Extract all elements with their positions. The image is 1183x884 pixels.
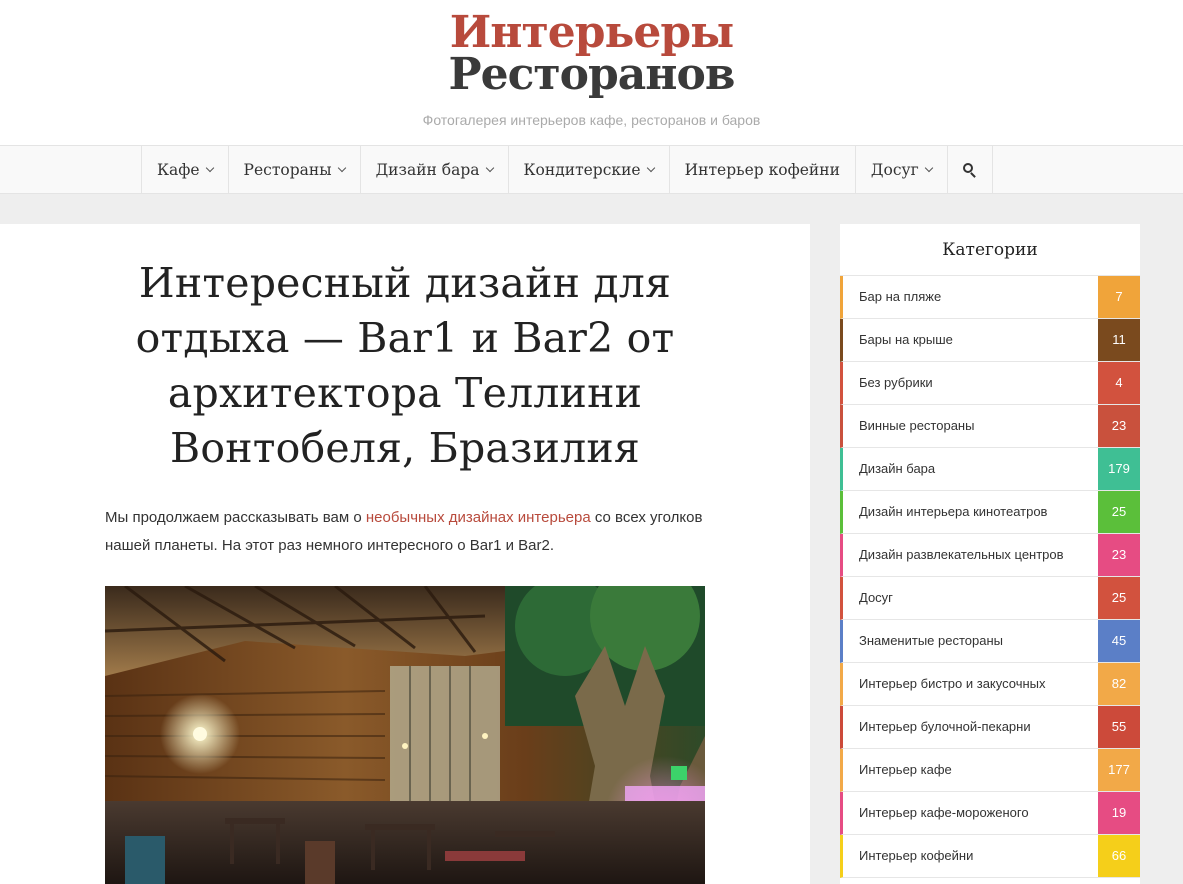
category-count-badge: 82 <box>1098 663 1140 705</box>
intro-link[interactable]: необычных дизайнах интерьера <box>366 509 591 526</box>
nav-item-label: Рестораны <box>243 160 332 179</box>
category-name: Бар на пляже <box>859 289 942 304</box>
category-count-badge: 23 <box>1098 405 1140 447</box>
logo-line-2: Ресторанов <box>448 49 736 100</box>
nav-menu: Кафе Рестораны Дизайн бара Кондитерские Инте… <box>141 146 993 193</box>
site-header: Интерьеры Ресторанов Фотогалерея интерье… <box>0 0 1183 145</box>
category-name: Без рубрики <box>859 375 933 390</box>
category-count-badge: 55 <box>1098 706 1140 748</box>
categories-list: Бар на пляже 7 Бары на крыше 11 Без рубрики 4… <box>840 276 1140 878</box>
category-item[interactable]: Винные рестораны 23 <box>840 405 1140 448</box>
category-count-badge: 45 <box>1098 620 1140 662</box>
category-count-badge: 179 <box>1098 448 1140 490</box>
main-nav: Кафе Рестораны Дизайн бара Кондитерские Инте… <box>0 145 1183 194</box>
category-count-badge: 19 <box>1098 792 1140 834</box>
chevron-down-icon <box>485 163 494 172</box>
chevron-down-icon <box>646 163 655 172</box>
bar-interior-photo <box>105 586 705 884</box>
category-item[interactable]: Интерьер кафе 177 <box>840 749 1140 792</box>
nav-item-1[interactable]: Рестораны <box>229 146 361 193</box>
category-item[interactable]: Дизайн интерьера кинотеатров 25 <box>840 491 1140 534</box>
category-item[interactable]: Без рубрики 4 <box>840 362 1140 405</box>
category-count-badge: 25 <box>1098 577 1140 619</box>
category-item[interactable]: Интерьер бистро и закусочных 82 <box>840 663 1140 706</box>
category-count-badge: 25 <box>1098 491 1140 533</box>
category-name: Дизайн развлекательных центров <box>859 547 1064 562</box>
category-name: Досуг <box>859 590 893 605</box>
nav-item-3[interactable]: Кондитерские <box>509 146 670 193</box>
site-tagline: Фотогалерея интерьеров кафе, ресторанов … <box>422 112 761 128</box>
category-item[interactable]: Бар на пляже 7 <box>840 276 1140 319</box>
post-title: Интересный дизайн для отдыха — Bar1 и Ba… <box>135 259 675 472</box>
category-name: Интерьер булочной-пекарни <box>859 719 1031 734</box>
category-count-badge: 4 <box>1098 362 1140 404</box>
category-name: Знаменитые рестораны <box>859 633 1003 648</box>
category-count-badge: 11 <box>1098 319 1140 361</box>
chevron-down-icon <box>205 163 214 172</box>
nav-item-label: Досуг <box>870 160 919 179</box>
category-item[interactable]: Интерьер кафе-мороженого 19 <box>840 792 1140 835</box>
search-button[interactable] <box>948 146 993 193</box>
category-count-badge: 23 <box>1098 534 1140 576</box>
category-item[interactable]: Досуг 25 <box>840 577 1140 620</box>
category-name: Дизайн бара <box>859 461 936 476</box>
category-name: Винные рестораны <box>859 418 975 433</box>
nav-item-2[interactable]: Дизайн бара <box>361 146 509 193</box>
category-count-badge: 7 <box>1098 276 1140 318</box>
nav-item-4[interactable]: Интерьер кофейни <box>670 146 856 193</box>
nav-item-label: Кафе <box>157 160 200 179</box>
intro-text-before: Мы продолжаем рассказывать вам о <box>105 509 366 526</box>
categories-title: Категории <box>840 224 1140 276</box>
sidebar: Категории Бар на пляже 7 Бары на крыше 11 Бе… <box>840 224 1140 884</box>
nav-item-0[interactable]: Кафе <box>142 146 229 193</box>
category-item[interactable]: Бары на крыше 11 <box>840 319 1140 362</box>
post-intro: Мы продолжаем рассказывать вам о необычн… <box>105 504 715 560</box>
search-icon <box>962 162 977 178</box>
chevron-down-icon <box>337 163 346 172</box>
post-photo <box>105 586 705 884</box>
category-item[interactable]: Дизайн развлекательных центров 23 <box>840 534 1140 577</box>
nav-item-label: Дизайн бара <box>375 160 480 179</box>
site-logo[interactable]: Интерьеры Ресторанов <box>0 8 1183 100</box>
category-name: Интерьер кофейни <box>859 848 974 863</box>
category-item[interactable]: Дизайн бара 179 <box>840 448 1140 491</box>
category-name: Интерьер кафе-мороженого <box>859 805 1029 820</box>
nav-item-label: Кондитерские <box>523 160 641 179</box>
category-item[interactable]: Интерьер булочной-пекарни 55 <box>840 706 1140 749</box>
category-count-badge: 66 <box>1098 835 1140 877</box>
chevron-down-icon <box>924 163 934 172</box>
nav-item-5[interactable]: Досуг <box>856 146 948 193</box>
nav-item-label: Интерьер кофейни <box>684 160 840 179</box>
category-name: Интерьер кафе <box>859 762 952 777</box>
category-name: Бары на крыше <box>859 332 953 347</box>
category-name: Интерьер бистро и закусочных <box>859 676 1046 691</box>
category-count-badge: 177 <box>1098 749 1140 791</box>
category-item[interactable]: Знаменитые рестораны 45 <box>840 620 1140 663</box>
category-item[interactable]: Интерьер кофейни 66 <box>840 835 1140 878</box>
category-name: Дизайн интерьера кинотеатров <box>859 504 1048 519</box>
